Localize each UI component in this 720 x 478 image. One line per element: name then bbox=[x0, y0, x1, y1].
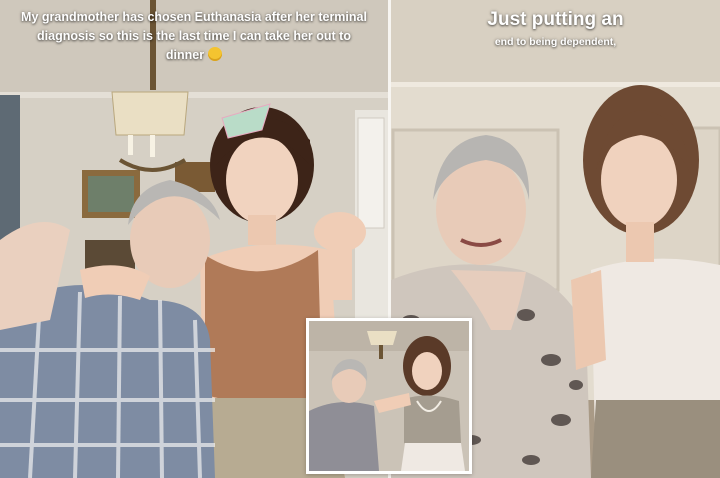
left-caption-text: My grandmother has chosen Euthanasia aft… bbox=[21, 10, 367, 62]
right-caption-line1: Just putting an bbox=[487, 9, 624, 30]
right-caption-line2: end to being dependent, bbox=[494, 36, 617, 48]
left-caption: My grandmother has chosen Euthanasia aft… bbox=[18, 8, 370, 65]
pleading-face-emoji-icon bbox=[208, 47, 223, 61]
inset-photo-scene bbox=[309, 321, 469, 471]
inset-video-thumbnail bbox=[306, 318, 472, 474]
